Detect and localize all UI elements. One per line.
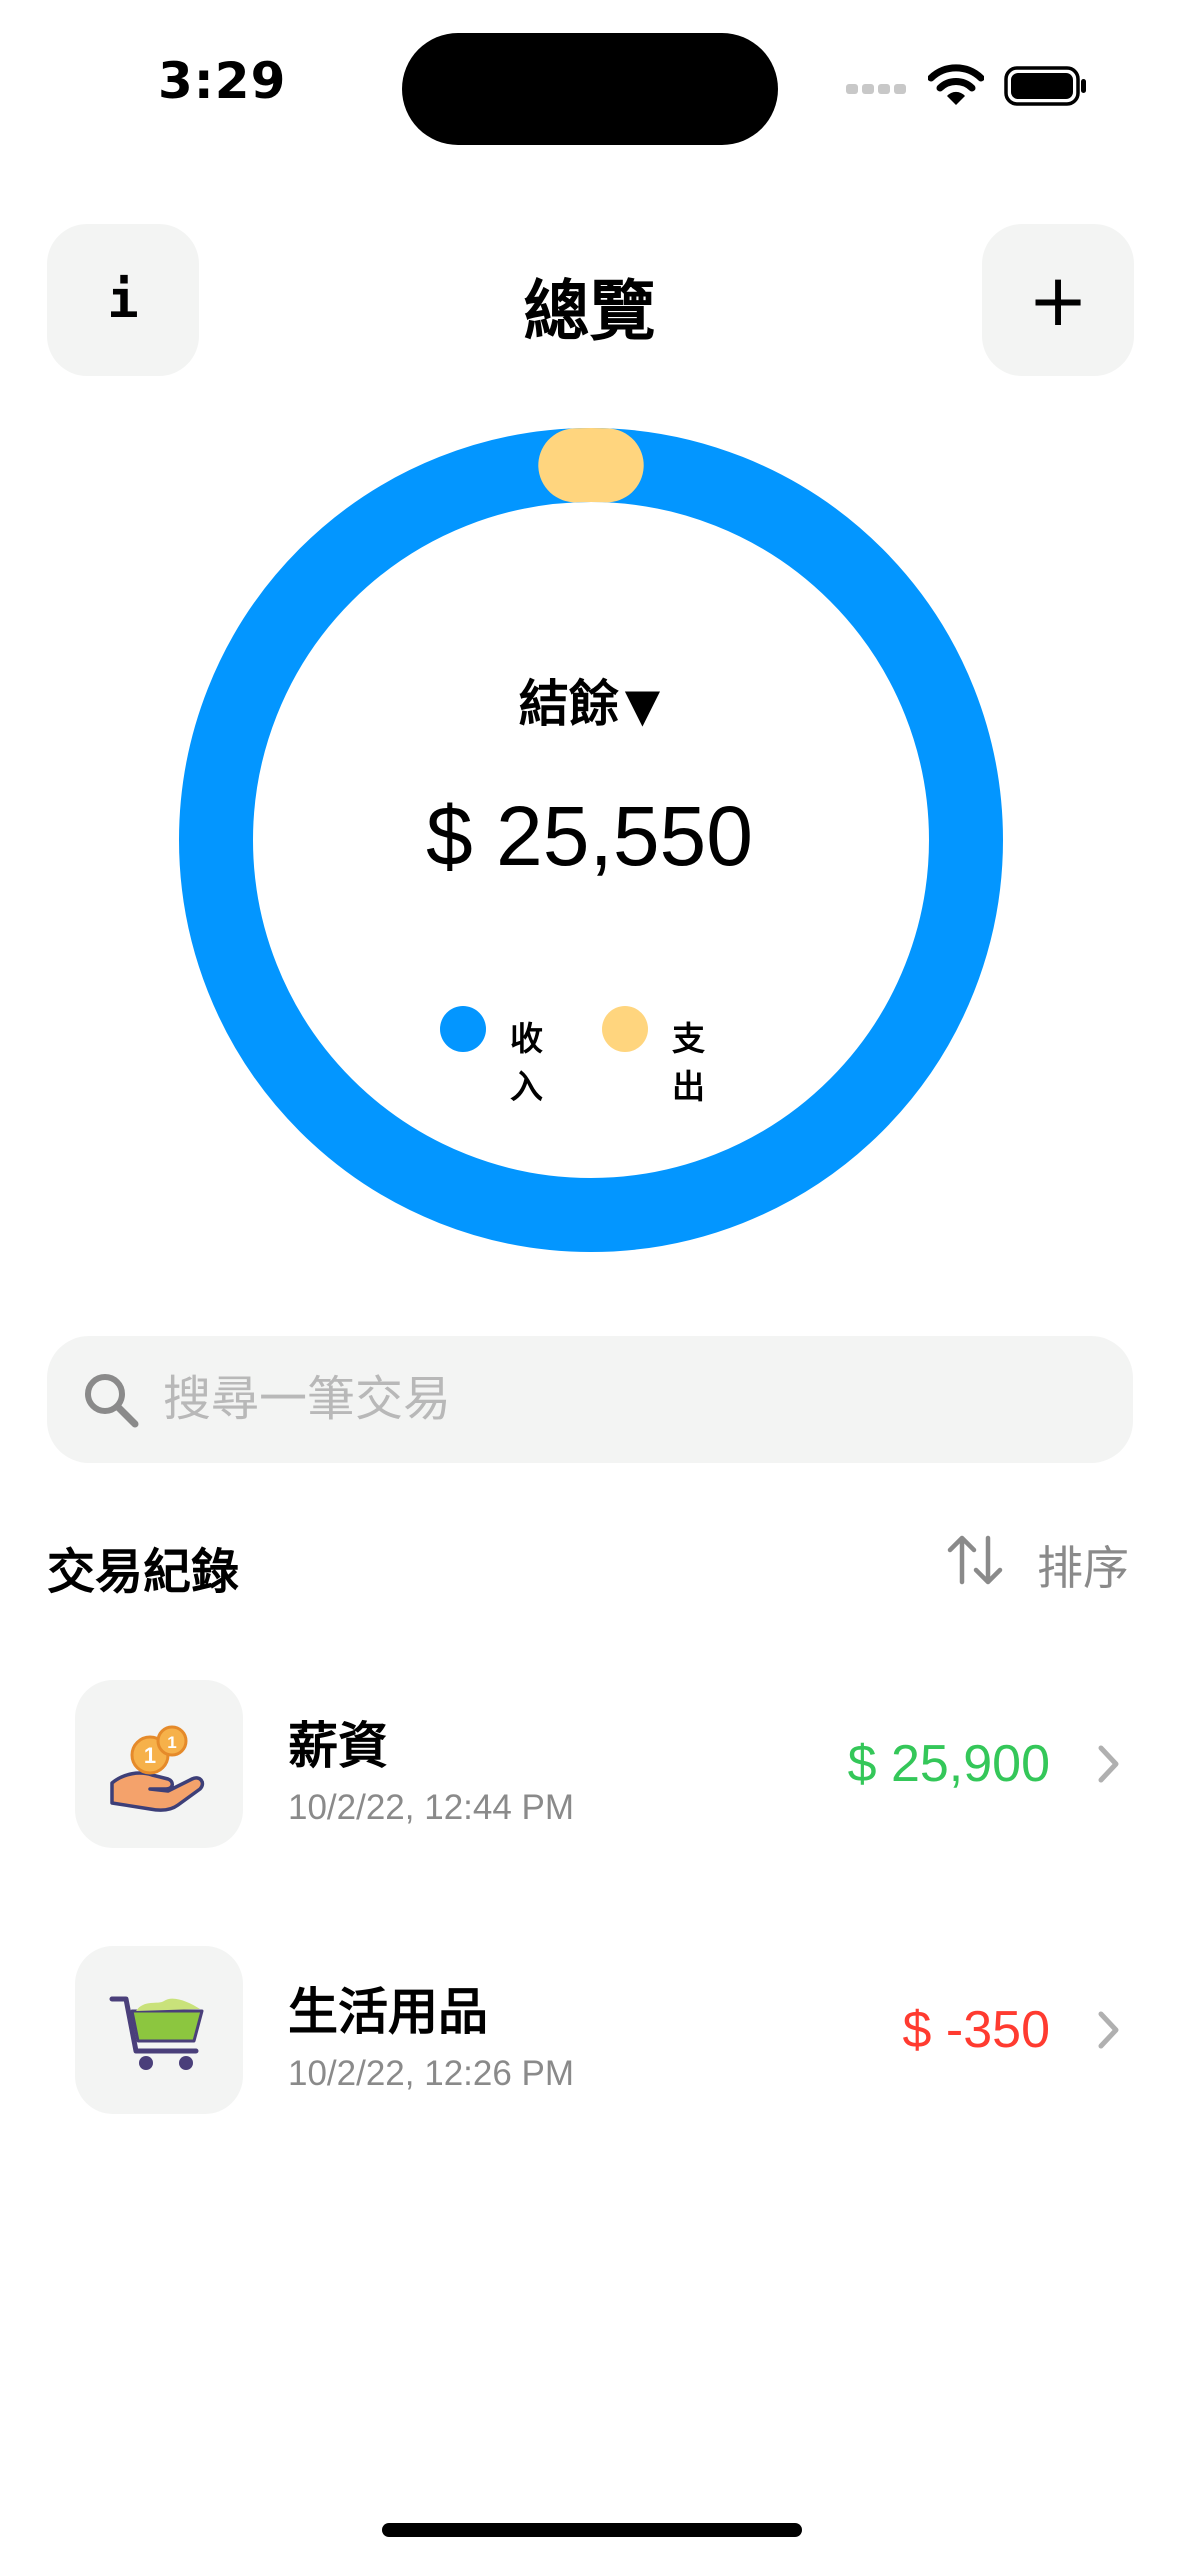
- cellular-signal-icon: [846, 84, 906, 94]
- transaction-title: 生活用品: [288, 1983, 488, 2041]
- shopping-cart-icon: [109, 1996, 204, 2070]
- wifi-icon: [928, 64, 984, 105]
- sort-label: 排序: [1037, 1541, 1129, 1595]
- expense-legend-label: 支出: [672, 1019, 705, 1106]
- dropdown-triangle-icon: ▼: [624, 678, 661, 732]
- svg-text:1: 1: [167, 1733, 176, 1752]
- status-time: 3:29: [158, 52, 287, 110]
- sort-arrows-icon: [947, 1535, 1003, 1585]
- transaction-amount: $ 25,900: [847, 1735, 1050, 1793]
- search-bar[interactable]: [47, 1336, 1133, 1463]
- transaction-row[interactable]: 生活用品 10/2/22, 12:26 PM $ -350: [47, 1944, 1133, 2116]
- chevron-right-icon: [1098, 1745, 1119, 1783]
- plus-icon: +: [1027, 258, 1089, 342]
- balance-label-toggle[interactable]: 結餘 ▼: [0, 664, 1179, 736]
- search-icon: [85, 1374, 139, 1428]
- transaction-icon-tile: 1 1: [75, 1680, 243, 1848]
- transaction-timestamp: 10/2/22, 12:44 PM: [288, 1788, 575, 1827]
- income-legend-label: 收入: [510, 1019, 543, 1106]
- search-input[interactable]: [163, 1358, 1103, 1440]
- balance-label: 結餘: [518, 675, 619, 733]
- chevron-right-icon: [1098, 2011, 1119, 2049]
- battery-icon: [1004, 66, 1086, 106]
- income-legend-dot: [440, 1006, 486, 1052]
- expense-legend-dot: [602, 1006, 648, 1052]
- sort-button[interactable]: 排序: [945, 1526, 1135, 1595]
- transaction-timestamp: 10/2/22, 12:26 PM: [288, 2054, 575, 2093]
- add-transaction-button[interactable]: +: [982, 224, 1134, 376]
- transactions-section-title: 交易紀錄: [47, 1544, 240, 1600]
- transaction-title: 薪資: [288, 1717, 388, 1775]
- dynamic-island: [402, 33, 778, 145]
- balance-amount: $ 25,550: [426, 789, 753, 883]
- home-indicator: [382, 2523, 802, 2537]
- transaction-row[interactable]: 1 1 薪資 10/2/22, 12:44 PM $ 25,900: [47, 1678, 1133, 1850]
- svg-text:1: 1: [144, 1743, 156, 1768]
- app-screen: 3:29 i 總覽 + 結餘 ▼ $ 25,550 收入 支出 搜尋一筆交易 交…: [0, 0, 1179, 2556]
- salary-hand-coins-icon: 1 1: [110, 1725, 205, 1812]
- transaction-icon-tile: [75, 1946, 243, 2114]
- transaction-amount: $ -350: [902, 2001, 1050, 2059]
